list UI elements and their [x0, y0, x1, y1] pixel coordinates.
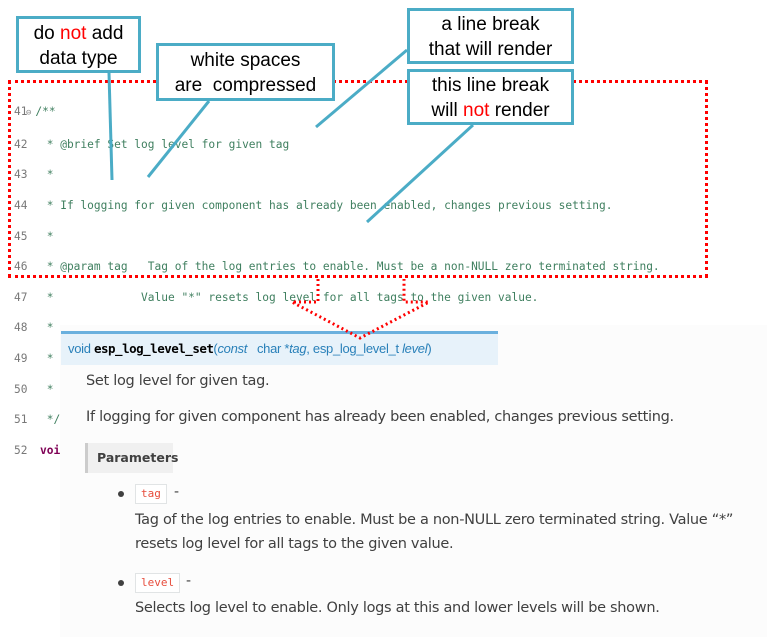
- sig-param-tag: tag: [289, 341, 307, 356]
- param-tag-desc-line1: Tag of the log entries to enable. Must b…: [135, 512, 734, 528]
- param-level-desc: Selects log level to enable. Only logs a…: [135, 600, 660, 616]
- code-comment: *: [40, 168, 54, 182]
- line-number: 43: [14, 168, 28, 182]
- function-signature: void esp_log_level_set(const char *tag, …: [61, 331, 498, 365]
- doc-brief: Set log level for given tag.: [86, 373, 270, 389]
- bullet-icon: [118, 580, 124, 586]
- bullet-icon: [118, 491, 124, 497]
- sig-separator: ,: [306, 341, 313, 356]
- code-comment: * Value "*" resets log level for all tag…: [40, 290, 539, 304]
- param-name-level: level: [135, 573, 181, 593]
- callout-line: this line break: [431, 75, 550, 96]
- line-number: 46: [14, 260, 28, 274]
- doc-detail: If logging for given component has alrea…: [86, 409, 674, 425]
- sig-return-type: void: [68, 341, 91, 356]
- callout-whitespace: white spaces are compressed: [156, 43, 335, 101]
- param-dash: -: [174, 484, 180, 500]
- callout-text: do: [33, 23, 60, 44]
- code-line: 47 * Value "*" resets log level for all …: [14, 290, 660, 305]
- callout-line: that will render: [428, 39, 553, 60]
- line-number: 44: [14, 199, 28, 213]
- sig-const: const: [217, 341, 248, 356]
- code-line: 42 * @brief Set log level for given tag: [14, 137, 660, 152]
- code-comment: *: [40, 321, 54, 335]
- line-number: 50: [14, 382, 28, 396]
- callout-line-break-render: a line break that will render: [407, 8, 574, 64]
- line-number: 51: [14, 413, 28, 427]
- callout-line: white spaces: [190, 50, 301, 71]
- sig-param-level: level: [402, 341, 428, 356]
- code-comment: * If logging for given component has alr…: [40, 199, 613, 213]
- line-number: 45: [14, 229, 28, 243]
- code-comment: *: [40, 229, 54, 243]
- callout-line: a line break: [441, 14, 540, 35]
- callout-text: render: [489, 100, 550, 121]
- callout-line: will not render: [410, 98, 571, 123]
- code-line: 44 * If logging for given component has …: [14, 198, 660, 213]
- callout-text: add: [86, 23, 124, 44]
- line-number: 47: [14, 290, 28, 304]
- line-number: 49: [14, 352, 28, 366]
- code-line: 43 *: [14, 167, 660, 182]
- param-tag-desc-line2: resets log level for all tags to the giv…: [135, 536, 454, 552]
- sig-type2: esp_log_level_t: [312, 341, 403, 356]
- sig-type1: char *: [256, 341, 290, 356]
- code-line: 46 * @param tag Tag of the log entries t…: [14, 259, 660, 274]
- param-dash: -: [186, 573, 192, 589]
- code-comment: /**: [35, 105, 56, 119]
- callout-text: will: [431, 100, 464, 121]
- callout-line: are compressed: [174, 75, 317, 96]
- code-comment: */: [40, 413, 61, 427]
- callout-line-break-no-render: this line break will not render: [407, 69, 574, 125]
- callout-emphasis: not: [463, 100, 490, 121]
- code-line: 45 *: [14, 229, 660, 244]
- code-comment: * @brief Set log level for given tag: [40, 137, 290, 151]
- fold-icon[interactable]: ⊖: [26, 108, 31, 118]
- sig-function-name: esp_log_level_set: [93, 341, 214, 356]
- sig-paren-close: ): [427, 341, 432, 356]
- code-comment: * @param tag Tag of the log entries to e…: [40, 260, 660, 274]
- param-name-tag: tag: [135, 484, 167, 504]
- line-number: 48: [14, 321, 28, 335]
- line-number: 52: [14, 443, 28, 457]
- callout-emphasis: not: [60, 23, 87, 44]
- callout-line: data type: [39, 48, 118, 69]
- line-number: 42: [14, 137, 28, 151]
- callout-data-type: do not add data type: [16, 16, 141, 73]
- parameters-header: Parameters: [85, 443, 178, 473]
- callout-line: do not add: [19, 21, 138, 46]
